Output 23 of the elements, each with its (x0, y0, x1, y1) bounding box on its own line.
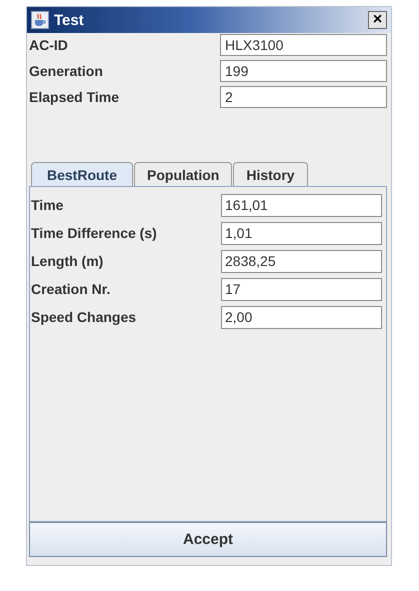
field-label: AC-ID (29, 37, 69, 53)
field-label: Time (31, 197, 64, 213)
cup-icon (31, 11, 49, 29)
input-field[interactable]: 1,01 (221, 222, 382, 244)
tab[interactable]: History (233, 162, 308, 186)
tab[interactable]: BestRoute (31, 162, 134, 186)
input-field[interactable]: 161,01 (221, 194, 382, 216)
input-field[interactable]: 17 (221, 278, 382, 300)
field-label: Length (m) (31, 253, 104, 269)
field-label: Generation (29, 63, 104, 79)
input-field[interactable]: 199 (220, 60, 387, 82)
field-label: Speed Changes (31, 309, 138, 325)
input-field[interactable]: 2,00 (221, 306, 382, 328)
field-label: Elapsed Time (29, 89, 120, 105)
window-title: Test (54, 12, 84, 28)
input-field[interactable]: 2838,25 (221, 250, 382, 272)
input-field[interactable]: 2 (220, 86, 387, 108)
input-field[interactable]: HLX3100 (220, 34, 387, 56)
tab[interactable]: Population (134, 162, 232, 186)
field-label: Creation Nr. (31, 281, 112, 297)
field-label: Time Difference (s) (31, 225, 158, 241)
accept-button[interactable]: Accept (29, 522, 387, 557)
close-button[interactable]: × (368, 11, 387, 29)
